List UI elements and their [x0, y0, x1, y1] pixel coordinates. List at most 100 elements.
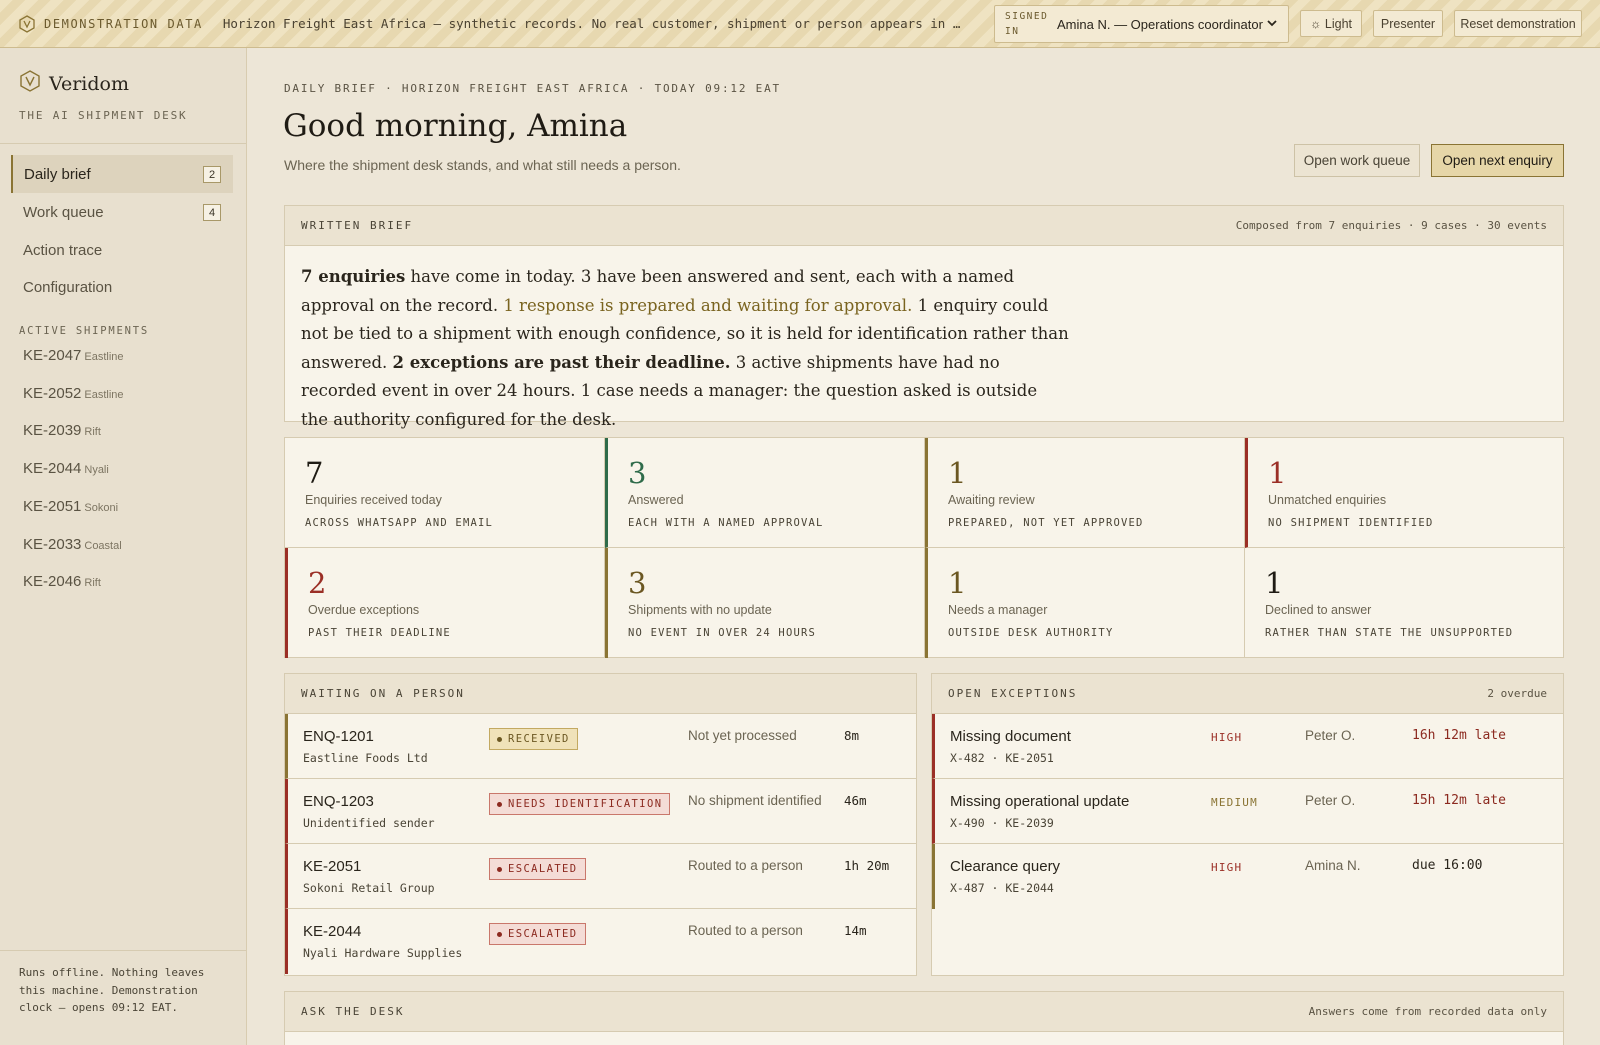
panel-meta: Answers come from recorded data only — [1308, 1005, 1547, 1018]
list-item[interactable]: ENQ-1201 Eastline Foods Ltd RECEIVED Not… — [285, 714, 916, 779]
severity-badge: HIGH — [1211, 861, 1243, 874]
stat-sub: EACH WITH A NAMED APPROVAL — [628, 517, 824, 529]
stat-label: Awaiting review — [948, 493, 1035, 507]
enquiry-customer: Eastline Foods Ltd — [303, 751, 428, 765]
panel-title: WRITTEN BRIEF — [301, 219, 414, 232]
divider — [0, 143, 246, 144]
severity-badge: HIGH — [1211, 731, 1243, 744]
open-next-enquiry-button[interactable]: Open next enquiry — [1431, 144, 1564, 177]
stat-label: Enquiries received today — [305, 493, 442, 507]
page-eyebrow: DAILY BRIEF · HORIZON FREIGHT EAST AFRIC… — [284, 82, 781, 95]
nav-configuration[interactable]: Configuration — [11, 268, 233, 306]
stat-unmatched[interactable]: 1 Unmatched enquiries NO SHIPMENT IDENTI… — [1245, 438, 1565, 548]
stat-value: 2 — [308, 566, 327, 600]
stat-no-update[interactable]: 3 Shipments with no update NO EVENT IN O… — [605, 548, 925, 658]
list-item[interactable]: ENQ-1203 Unidentified sender NEEDS IDENT… — [285, 779, 916, 844]
shipment-link[interactable]: KE-2033 Coastal — [23, 536, 122, 553]
status-badge: NEEDS IDENTIFICATION — [489, 793, 671, 815]
stat-needs-manager[interactable]: 1 Needs a manager OUTSIDE DESK AUTHORITY — [925, 548, 1245, 658]
stat-value: 1 — [948, 566, 967, 600]
exception-ref: X-487 · KE-2044 — [950, 881, 1054, 895]
enquiry-status: Routed to a person — [688, 923, 803, 938]
exceptions-panel: OPEN EXCEPTIONS 2 overdue Missing docume… — [931, 673, 1564, 976]
nav-badge: 2 — [203, 166, 221, 183]
stat-awaiting-review[interactable]: 1 Awaiting review PREPARED, NOT YET APPR… — [925, 438, 1245, 548]
enquiry-status: Not yet processed — [688, 728, 797, 743]
veridom-logo-icon — [19, 70, 41, 97]
stat-answered[interactable]: 3 Answered EACH WITH A NAMED APPROVAL — [605, 438, 925, 548]
stat-value: 1 — [948, 456, 967, 490]
enquiry-id: KE-2044 — [303, 923, 362, 940]
nav-action-trace[interactable]: Action trace — [11, 231, 233, 269]
list-item[interactable]: Clearance query X-487 · KE-2044 HIGH Ami… — [932, 844, 1563, 909]
shipment-link[interactable]: KE-2046 Rift — [23, 573, 101, 590]
stat-label: Unmatched enquiries — [1268, 493, 1387, 507]
page-subtitle: Where the shipment desk stands, and what… — [284, 157, 681, 173]
brand-subtitle: THE AI SHIPMENT DESK — [19, 109, 188, 122]
theme-toggle-button[interactable]: ☼ Light — [1300, 10, 1362, 37]
shipment-link[interactable]: KE-2044 Nyali — [23, 460, 109, 477]
panel-header: OPEN EXCEPTIONS 2 overdue — [932, 674, 1563, 714]
shipment-link[interactable]: KE-2052 Eastline — [23, 385, 124, 402]
nav-label: Configuration — [23, 278, 113, 296]
written-brief-panel: WRITTEN BRIEF Composed from 7 enquiries … — [284, 205, 1564, 429]
stat-value: 1 — [1265, 566, 1284, 600]
stat-value: 3 — [628, 566, 647, 600]
exception-ref: X-490 · KE-2039 — [950, 816, 1054, 830]
exception-owner: Peter O. — [1305, 728, 1356, 743]
veridom-logo-icon — [18, 14, 36, 33]
brand[interactable]: Veridom — [19, 70, 129, 97]
enquiry-age: 14m — [844, 923, 867, 938]
ask-desk-panel: ASK THE DESK Answers come from recorded … — [284, 991, 1564, 1045]
shipment-link[interactable]: KE-2047 Eastline — [23, 347, 124, 364]
nav-badge: 4 — [203, 204, 221, 221]
stat-sub: PAST THEIR DEADLINE — [308, 627, 451, 639]
exception-due: 15h 12m late — [1412, 793, 1506, 808]
enquiry-customer: Nyali Hardware Supplies — [303, 946, 463, 960]
enquiry-id: ENQ-1201 — [303, 728, 374, 745]
nav-daily-brief[interactable]: Daily brief 2 — [11, 155, 233, 193]
exception-due: 16h 12m late — [1412, 728, 1506, 743]
exception-due: due 16:00 — [1412, 858, 1483, 873]
stat-sub: RATHER THAN STATE THE UNSUPPORTED — [1265, 627, 1514, 639]
stat-sub: NO EVENT IN OVER 24 HOURS — [628, 627, 817, 639]
stat-enquiries-received[interactable]: 7 Enquiries received today ACROSS WHATSA… — [285, 438, 605, 548]
presenter-button[interactable]: Presenter — [1373, 10, 1443, 37]
shipment-link[interactable]: KE-2051 Sokoni — [23, 498, 118, 515]
waiting-panel: WAITING ON A PERSON ENQ-1201 Eastline Fo… — [284, 673, 917, 976]
open-work-queue-button[interactable]: Open work queue — [1294, 144, 1420, 177]
stat-sub: PREPARED, NOT YET APPROVED — [948, 517, 1144, 529]
demo-message: Horizon Freight East Africa — synthetic … — [222, 16, 963, 31]
exception-title: Clearance query — [950, 858, 1061, 875]
demo-tag: DEMONSTRATION DATA — [44, 16, 203, 31]
signed-in-selector[interactable]: SIGNED IN Amina N. — Operations coordinat… — [994, 5, 1289, 43]
list-item[interactable]: Missing document X-482 · KE-2051 HIGH Pe… — [932, 714, 1563, 779]
page-title: Good morning, Amina — [283, 108, 628, 144]
signed-in-user: Amina N. — Operations coordinator — [1057, 16, 1263, 32]
nav-label: Action trace — [23, 241, 103, 259]
panel-meta: 2 overdue — [1487, 687, 1547, 700]
nav-work-queue[interactable]: Work queue 4 — [11, 193, 233, 231]
stat-overdue-exceptions[interactable]: 2 Overdue exceptions PAST THEIR DEADLINE — [285, 548, 605, 658]
stat-declined[interactable]: 1 Declined to answer RATHER THAN STATE T… — [1245, 548, 1565, 658]
nav-label: Daily brief — [24, 165, 91, 183]
stat-label: Answered — [628, 493, 684, 507]
brand-name: Veridom — [49, 72, 129, 95]
awaiting-approval-link[interactable]: 1 response is prepared and waiting for a… — [503, 296, 912, 315]
signed-in-label: SIGNED IN — [1005, 11, 1049, 37]
exception-owner: Peter O. — [1305, 793, 1356, 808]
stat-sub: ACROSS WHATSAPP AND EMAIL — [305, 517, 494, 529]
panel-header: ASK THE DESK Answers come from recorded … — [285, 992, 1563, 1032]
list-item[interactable]: KE-2051 Sokoni Retail Group ESCALATED Ro… — [285, 844, 916, 909]
nav-label: Work queue — [23, 203, 104, 221]
panel-title: WAITING ON A PERSON — [301, 687, 465, 700]
stat-label: Needs a manager — [948, 603, 1048, 617]
stat-sub: OUTSIDE DESK AUTHORITY — [948, 627, 1114, 639]
chevron-down-icon — [1266, 17, 1278, 32]
status-badge: RECEIVED — [489, 728, 578, 750]
list-item[interactable]: Missing operational update X-490 · KE-20… — [932, 779, 1563, 844]
shipment-link[interactable]: KE-2039 Rift — [23, 422, 101, 439]
reset-demonstration-button[interactable]: Reset demonstration — [1454, 10, 1582, 37]
exception-ref: X-482 · KE-2051 — [950, 751, 1054, 765]
list-item[interactable]: KE-2044 Nyali Hardware Supplies ESCALATE… — [285, 909, 916, 974]
